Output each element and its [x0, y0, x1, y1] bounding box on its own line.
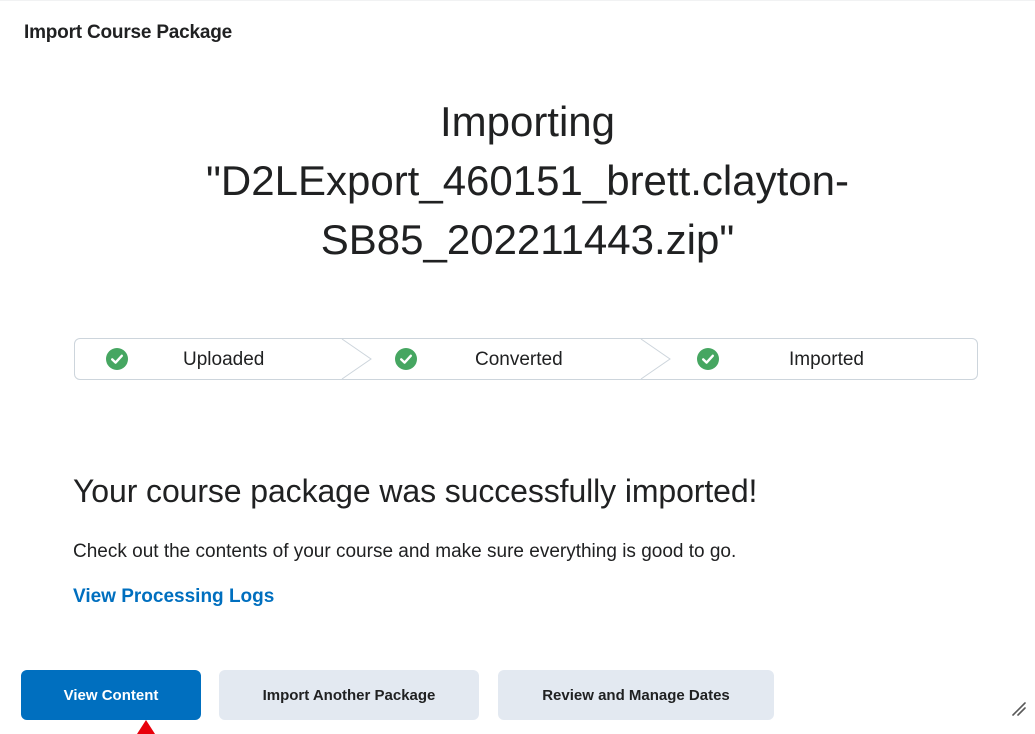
- importing-heading-line3: SB85_202211443.zip": [320, 216, 735, 263]
- step-converted: Converted: [371, 339, 651, 379]
- step-label: Imported: [789, 349, 864, 370]
- resize-handle-icon[interactable]: [1010, 700, 1026, 716]
- import-course-page: Import Course Package Importing "D2LExpo…: [0, 0, 1035, 734]
- step-label: Converted: [475, 349, 563, 370]
- chevron-right-icon: [341, 338, 372, 380]
- step-label: Uploaded: [183, 349, 265, 370]
- success-description: Check out the contents of your course an…: [73, 541, 737, 562]
- step-imported: Imported: [671, 339, 971, 379]
- step-uploaded: Uploaded: [75, 339, 355, 379]
- importing-heading-line2: "D2LExport_460151_brett.clayton-: [206, 157, 849, 204]
- check-circle-icon: [395, 348, 417, 370]
- progress-stepper: Uploaded Converted Imported: [74, 338, 978, 380]
- page-title: Import Course Package: [24, 22, 233, 43]
- top-divider: [0, 0, 1035, 1]
- import-another-package-button[interactable]: Import Another Package: [219, 670, 479, 720]
- importing-heading: Importing "D2LExport_460151_brett.clayto…: [80, 92, 975, 269]
- check-circle-icon: [106, 348, 128, 370]
- success-heading: Your course package was successfully imp…: [73, 473, 758, 509]
- check-circle-icon: [697, 348, 719, 370]
- chevron-right-icon: [640, 338, 671, 380]
- view-processing-logs-link[interactable]: View Processing Logs: [73, 586, 274, 608]
- view-content-button[interactable]: View Content: [21, 670, 201, 720]
- importing-heading-line1: Importing: [439, 98, 616, 145]
- pointer-arrow-icon: [137, 720, 155, 734]
- review-manage-dates-button[interactable]: Review and Manage Dates: [498, 670, 774, 720]
